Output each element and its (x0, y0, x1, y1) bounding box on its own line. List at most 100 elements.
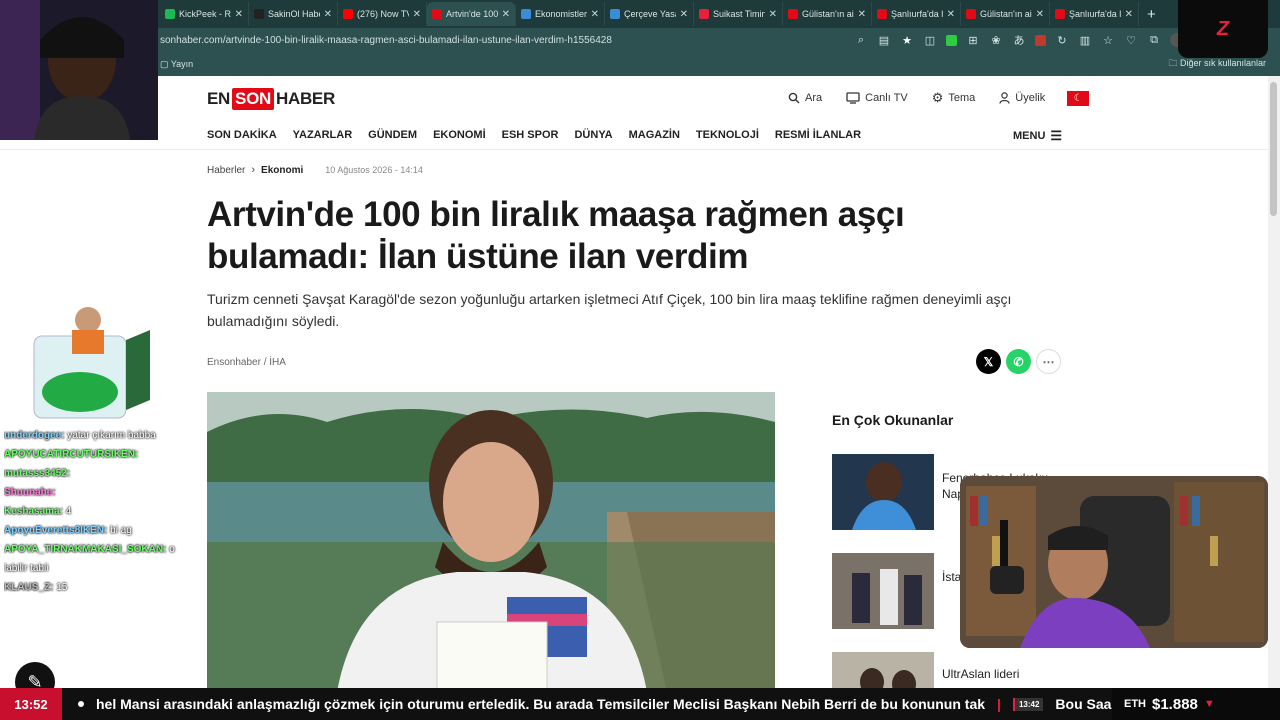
bookmark-other-label: Diğer sık kullanılanlar (1179, 58, 1266, 68)
zoom-icon[interactable]: ⌕ (854, 33, 868, 47)
most-read-thumb-3[interactable] (832, 652, 934, 688)
most-read-thumb-2[interactable] (832, 553, 934, 629)
chat-username: underdogee: (4, 430, 65, 441)
split-screen-icon[interactable]: ▥ (1078, 33, 1092, 47)
nav-item-0[interactable]: SON DAKİKA (207, 129, 277, 141)
bookmark-icon[interactable]: ◫ (923, 33, 937, 47)
nav-item-3[interactable]: EKONOMİ (433, 129, 486, 141)
close-tab-icon[interactable]: ✕ (591, 9, 599, 20)
gear-icon: ⚙ (931, 90, 944, 105)
browser-tab-10[interactable]: Şanlıurfa'da la ✕ (1050, 2, 1139, 26)
tab-favicon-icon (788, 9, 798, 19)
emote-mug-drawing (33, 307, 150, 419)
browser-tab-6[interactable]: Suikast Timind ✕ (694, 2, 783, 26)
user-icon (999, 92, 1010, 104)
article-summary: Turizm cenneti Şavşat Karagöl'de sezon y… (207, 291, 1012, 329)
live-tv-link[interactable]: Canlı TV (846, 92, 908, 104)
tab-title: KickPeek - Real (179, 9, 231, 19)
search-label: Ara (805, 92, 823, 104)
chat-message: underdogee: yatar çıkarım babba (4, 426, 184, 445)
stream-logo-letter: Z (1216, 17, 1230, 40)
nav-item-1[interactable]: YAZARLAR (293, 129, 353, 141)
extension-green-icon[interactable] (946, 34, 957, 46)
close-tab-icon[interactable]: ✕ (680, 9, 688, 20)
guest-webcam-drawing (0, 0, 158, 140)
extension-red-icon[interactable] (1035, 34, 1046, 46)
browser-tab-1[interactable]: SakinOl Haber ✕ (249, 2, 338, 26)
member-label: Üyelik (1015, 92, 1046, 104)
chat-message: labilir tabii (4, 559, 184, 578)
tab-title: Çerçeve Yasa'd (624, 9, 676, 19)
member-link[interactable]: Üyelik (999, 92, 1045, 104)
nav-item-6[interactable]: MAGAZİN (629, 129, 680, 141)
theme-link[interactable]: ⚙ Tema (932, 90, 976, 106)
browser-tab-4[interactable]: Ekonomistler ✕ (516, 2, 605, 26)
share-more-icon[interactable]: ⋯ (1036, 349, 1061, 374)
close-tab-icon[interactable]: ✕ (858, 9, 866, 20)
url-field[interactable]: sonhaber.com/artvinde-100-bin-liralik-ma… (160, 35, 854, 46)
close-tab-icon[interactable]: ✕ (502, 9, 510, 20)
search-link[interactable]: Ara (788, 92, 822, 104)
heart-pulse-icon[interactable]: ♡ (1124, 33, 1138, 47)
scrollbar-thumb[interactable] (1270, 82, 1277, 216)
article-photo[interactable] (207, 392, 775, 688)
favorites-icon[interactable]: ☆ (1101, 33, 1115, 47)
share-whatsapp-icon[interactable]: ✆ (1006, 349, 1031, 374)
close-tab-icon[interactable]: ✕ (769, 9, 777, 20)
close-tab-icon[interactable]: ✕ (413, 9, 421, 20)
nav-item-7[interactable]: TEKNOLOJİ (696, 129, 759, 141)
bookmark-other-favorites[interactable]: 🗀 Diğer sık kullanılanlar (1168, 56, 1266, 72)
chat-message: ApoyuEveretts8IKEN: bi ag (4, 521, 184, 540)
tab-favicon-icon (966, 9, 976, 19)
nav-item-2[interactable]: GÜNDEM (368, 129, 417, 141)
most-read-item-3[interactable]: UltrAslan lideri (942, 666, 1052, 682)
translate-icon[interactable]: あ (1012, 33, 1026, 47)
collections-icon[interactable]: ⧉ (1147, 33, 1161, 47)
article-source: Ensonhaber / İHA (207, 357, 286, 368)
site-logo[interactable]: EN SON HABER (207, 88, 335, 110)
browser-tab-2[interactable]: (276) Now TV ✕ (338, 2, 427, 26)
share-x-icon[interactable]: 𝕏 (976, 349, 1001, 374)
bookmark-yayin[interactable]: ▢ Yayın (160, 59, 193, 70)
chat-username: APOYUCATIRCUTURSIKEN: (4, 449, 139, 460)
nav-item-8[interactable]: RESMİ İLANLAR (775, 129, 861, 141)
most-read-thumb-1[interactable] (832, 454, 934, 530)
chat-username: Keshasama: (4, 506, 63, 517)
browser-tab-9[interactable]: Gülistan'ın aile ✕ (961, 2, 1050, 26)
share-buttons: 𝕏 ✆ ⋯ (976, 349, 1061, 374)
close-tab-icon[interactable]: ✕ (1125, 9, 1133, 20)
extension-leaf-icon[interactable]: ❀ (989, 33, 1003, 47)
nav-item-5[interactable]: DÜNYA (574, 129, 612, 141)
browser-tab-7[interactable]: Gülistan'ın aile ✕ (783, 2, 872, 26)
close-tab-icon[interactable]: ✕ (947, 9, 955, 20)
turkish-flag-icon[interactable]: ☾ (1067, 90, 1090, 106)
nav-item-4[interactable]: ESH SPOR (502, 129, 559, 141)
browser-tab-0[interactable]: KickPeek - Real ✕ (160, 2, 249, 26)
tab-title: SakinOl Haber (268, 9, 320, 19)
close-tab-icon[interactable]: ✕ (1036, 9, 1044, 20)
search-icon (788, 92, 800, 104)
ticker-clock: 13:52 (0, 688, 62, 720)
tv-icon (846, 92, 860, 104)
breadcrumb-home[interactable]: Haberler (207, 165, 245, 176)
favorite-star-icon[interactable]: ★ (900, 33, 914, 47)
breadcrumb-category[interactable]: Ekonomi (261, 165, 303, 176)
browser-tab-5[interactable]: Çerçeve Yasa'd ✕ (605, 2, 694, 26)
chat-username: mutasss3452: (4, 468, 71, 479)
tab-favicon-icon (699, 9, 709, 19)
ticker-headline: hel Mansi arasındaki anlaşmazlığı çözmek… (96, 696, 986, 712)
reader-icon[interactable]: ▤ (877, 33, 891, 47)
extension-grid-icon[interactable]: ⊞ (966, 33, 980, 47)
chat-text: o (169, 544, 175, 555)
refresh-icon[interactable]: ↻ (1055, 33, 1069, 47)
close-tab-icon[interactable]: ✕ (324, 9, 332, 20)
article-date: 10 Ağustos 2026 - 14:14 (325, 165, 423, 175)
tab-favicon-icon (343, 9, 353, 19)
tab-title: Ekonomistler (535, 9, 587, 19)
menu-button[interactable]: MENU ☰ (1013, 128, 1062, 144)
close-tab-icon[interactable]: ✕ (235, 9, 243, 20)
eth-value: $1.888 (1152, 695, 1198, 713)
browser-tab-8[interactable]: Şanlıurfa'da la ✕ (872, 2, 961, 26)
browser-tab-3[interactable]: Artvin'de 100 b ✕ (427, 2, 516, 26)
new-tab-button[interactable]: + (1147, 6, 1156, 23)
